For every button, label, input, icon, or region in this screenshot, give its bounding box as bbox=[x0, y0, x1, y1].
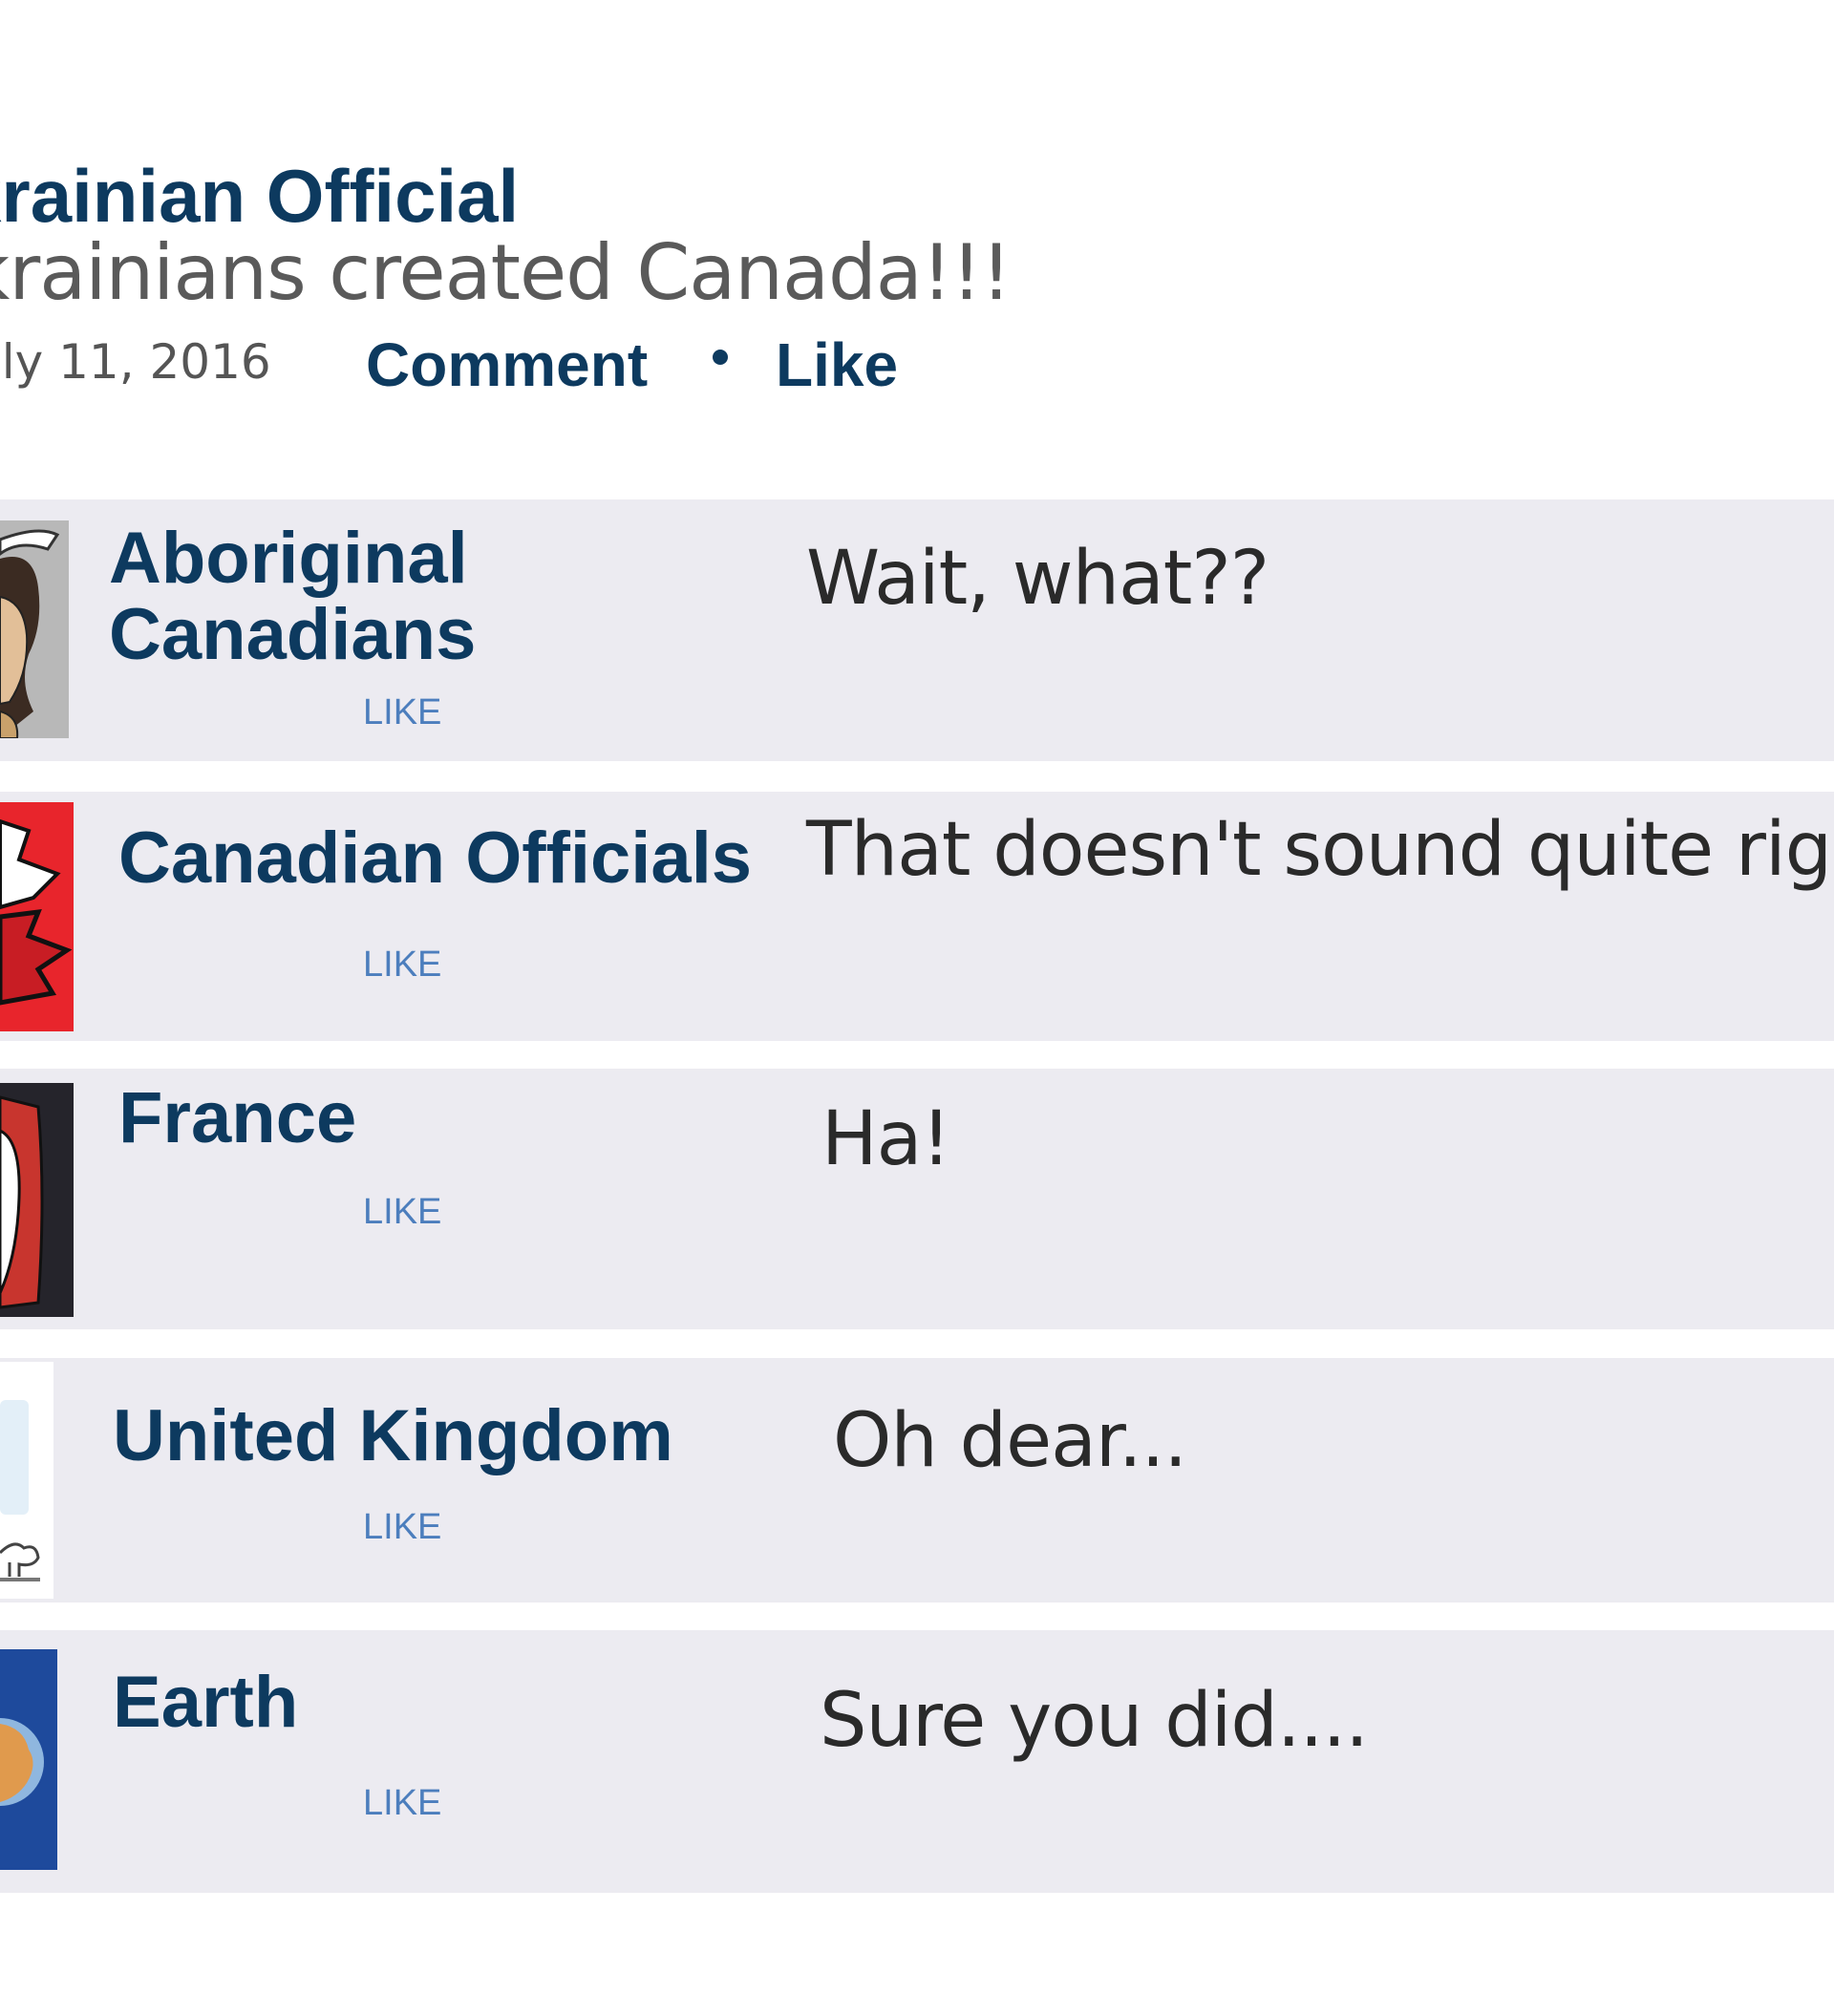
earth-globe-icon[interactable] bbox=[0, 1649, 57, 1870]
comment-author[interactable]: Canadian Officials bbox=[118, 820, 752, 897]
comment-button[interactable]: Comment bbox=[366, 334, 648, 395]
comment-author-line[interactable]: Canadians bbox=[109, 597, 476, 673]
comment-like-button[interactable]: LIKE bbox=[363, 1785, 441, 1821]
comment-row: Canadian Officials LIKE That doesn't sou… bbox=[0, 792, 1834, 1041]
comment-like-button[interactable]: LIKE bbox=[363, 946, 441, 983]
comment-text: Wait, what?? bbox=[806, 536, 1269, 622]
like-button[interactable]: Like bbox=[776, 334, 898, 395]
aboriginal-portrait-icon[interactable] bbox=[0, 520, 69, 738]
maple-leaf-flag-icon[interactable] bbox=[0, 802, 74, 1031]
post-date: uly 11, 2016 bbox=[0, 334, 271, 390]
comment-author[interactable]: United Kingdom bbox=[113, 1398, 673, 1475]
comment-like-button[interactable]: LIKE bbox=[363, 1509, 441, 1545]
comment-text: Sure you did.... bbox=[820, 1678, 1369, 1764]
comment-author[interactable]: Aboriginal Canadians bbox=[109, 520, 476, 673]
post-author[interactable]: krainian Official bbox=[0, 159, 519, 233]
uk-landscape-icon[interactable] bbox=[0, 1362, 53, 1599]
comment-row: Earth LIKE Sure you did.... bbox=[0, 1630, 1834, 1893]
comment-row: France LIKE Ha! bbox=[0, 1069, 1834, 1329]
comment-text: That doesn't sound quite right bbox=[806, 807, 1834, 893]
separator-dot bbox=[713, 350, 728, 365]
comment-text: Ha! bbox=[821, 1096, 951, 1182]
comment-row: Aboriginal Canadians LIKE Wait, what?? bbox=[0, 499, 1834, 761]
post-text: krainians created Canada!!! bbox=[0, 228, 1012, 317]
comment-author-line[interactable]: Aboriginal bbox=[109, 520, 476, 597]
comment-row: United Kingdom LIKE Oh dear... bbox=[0, 1358, 1834, 1602]
comment-like-button[interactable]: LIKE bbox=[363, 694, 441, 731]
france-character-icon[interactable] bbox=[0, 1083, 74, 1317]
comment-like-button[interactable]: LIKE bbox=[363, 1194, 441, 1230]
comment-author[interactable]: Earth bbox=[113, 1665, 298, 1741]
comment-text: Oh dear... bbox=[833, 1398, 1187, 1484]
comment-author[interactable]: France bbox=[118, 1080, 356, 1157]
